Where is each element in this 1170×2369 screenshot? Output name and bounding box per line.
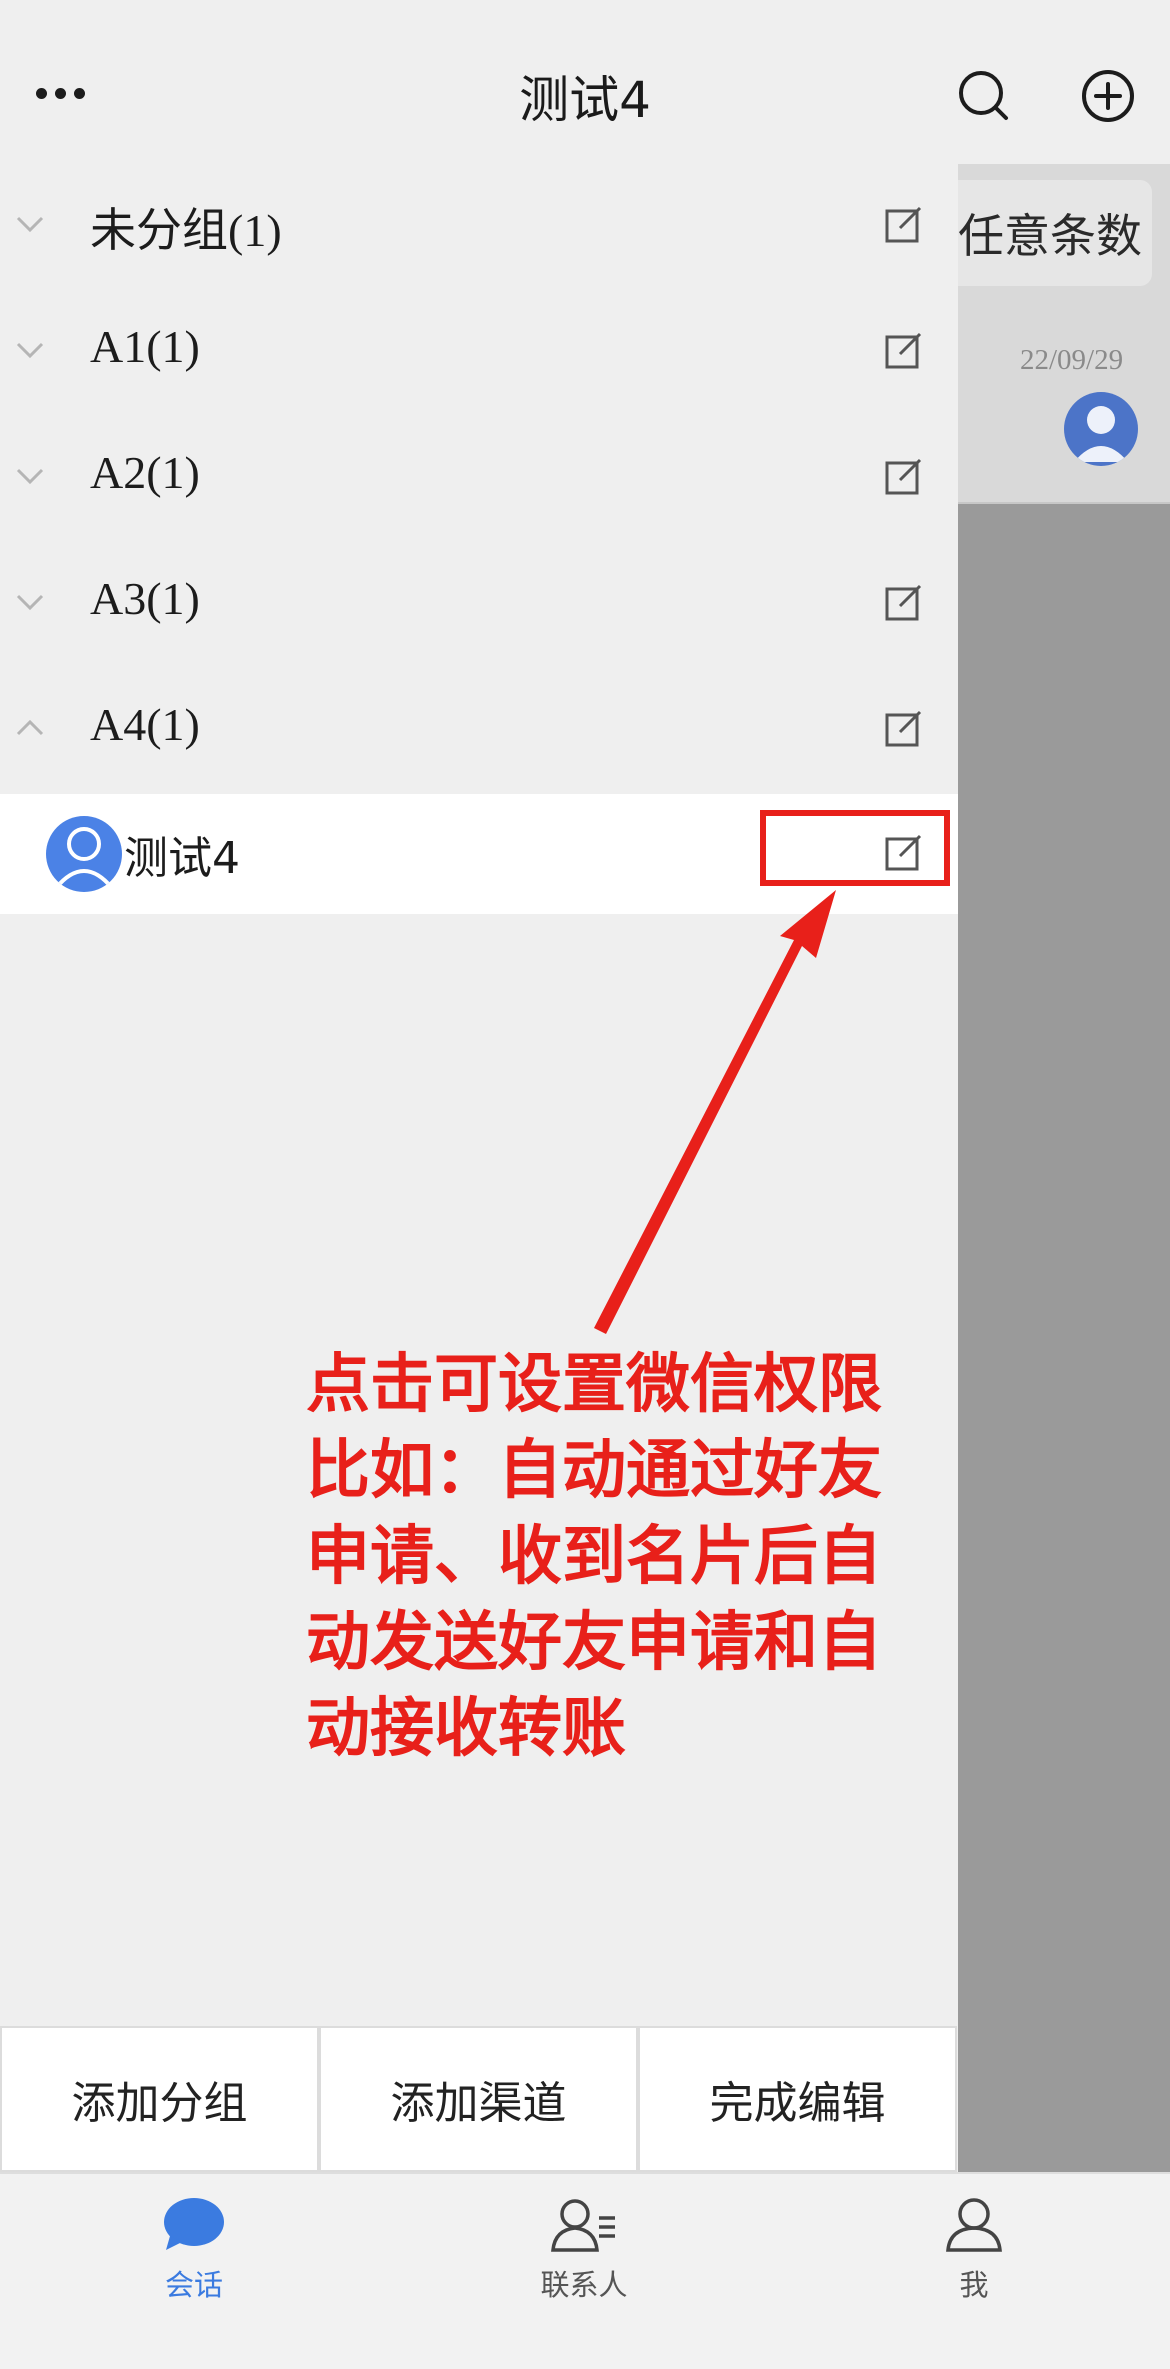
group-label: A2(1) — [90, 447, 200, 498]
group-row-a1[interactable]: A1(1) — [0, 290, 958, 416]
bottom-tab-bar: 会话 联系人 我 — [0, 2172, 1170, 2369]
group-row-a4[interactable]: A4(1) — [0, 668, 958, 794]
edit-icon[interactable] — [884, 582, 924, 622]
edit-icon[interactable] — [884, 204, 924, 244]
group-label: 未分组(1) — [90, 205, 282, 256]
tab-contacts[interactable]: 联系人 — [484, 2196, 684, 2304]
group-label: A1(1) — [90, 321, 200, 372]
tab-conversations[interactable]: 会话 — [94, 2196, 294, 2304]
add-group-button[interactable]: 添加分组 — [0, 2026, 319, 2172]
chevron-down-icon[interactable] — [14, 334, 46, 366]
avatar-person-icon — [54, 827, 114, 890]
user-icon — [946, 2198, 1002, 2252]
chat-bubble-icon — [164, 2198, 224, 2250]
chevron-up-icon[interactable] — [14, 712, 46, 744]
group-label: A3(1) — [90, 573, 200, 624]
edit-icon[interactable] — [884, 330, 924, 370]
background-filter-chip: 任意条数 — [930, 180, 1152, 286]
chevron-down-icon[interactable] — [14, 460, 46, 492]
edit-icon[interactable] — [884, 456, 924, 496]
background-chip-text: 任意条数 — [958, 209, 1142, 263]
annotation-text: 点击可设置微信权限比如：自动通过好友申请、收到名片后自动发送好友申请和自动接收转… — [306, 1348, 882, 1766]
chevron-down-icon[interactable] — [14, 586, 46, 618]
plus-circle-icon[interactable] — [1080, 68, 1136, 124]
tab-me[interactable]: 我 — [874, 2196, 1074, 2304]
group-row-a2[interactable]: A2(1) — [0, 416, 958, 542]
search-icon[interactable] — [956, 68, 1012, 124]
top-header: 测试4 — [0, 0, 1170, 164]
background-date: 22/09/29 — [1020, 344, 1124, 376]
avatar-person-icon — [1074, 406, 1128, 462]
avatar — [46, 816, 122, 892]
annotation-arrow-icon — [594, 890, 836, 1334]
background-avatar — [1064, 392, 1138, 466]
action-bar: 添加分组 添加渠道 完成编辑 — [0, 2026, 958, 2172]
tab-label: 我 — [959, 2268, 989, 2302]
contacts-icon — [551, 2199, 615, 2252]
tab-label: 会话 — [164, 2268, 223, 2302]
group-label: A4(1) — [90, 699, 200, 750]
group-row-ungrouped[interactable]: 未分组(1) — [0, 164, 958, 290]
finish-edit-button[interactable]: 完成编辑 — [638, 2026, 957, 2172]
background-divider — [958, 502, 1170, 504]
chevron-down-icon[interactable] — [14, 208, 46, 240]
group-row-a3[interactable]: A3(1) — [0, 542, 958, 668]
tab-label: 联系人 — [540, 2268, 628, 2302]
highlight-box — [760, 810, 950, 886]
edit-icon[interactable] — [884, 708, 924, 748]
contact-name: 测试4 — [124, 833, 240, 884]
add-channel-button[interactable]: 添加渠道 — [319, 2026, 638, 2172]
